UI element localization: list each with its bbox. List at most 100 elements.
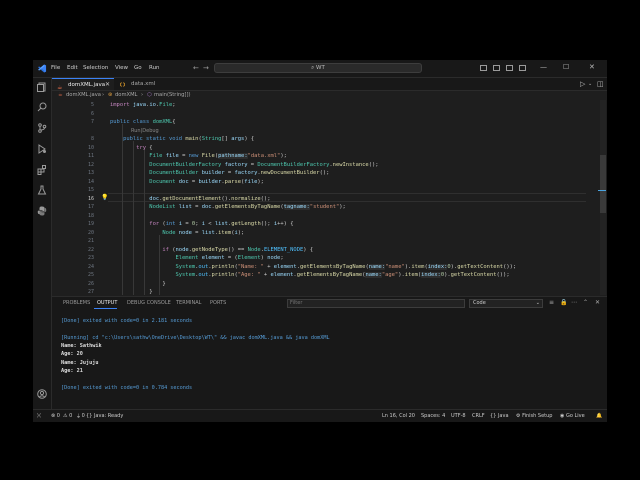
editor-tabs: ☕ domXML.java ✕ data.xml ▷ ⌄ ◫ ⋯ <box>52 78 607 91</box>
menu-view[interactable]: View <box>115 65 128 71</box>
xml-file-icon <box>120 82 125 87</box>
go-live-status[interactable]: ◉ Go Live <box>560 413 585 419</box>
maximize-panel-icon[interactable]: ⌃ <box>583 299 588 306</box>
java-status[interactable]: {} Java: Ready <box>86 413 123 419</box>
output-text: Name: Sathwik <box>61 343 102 349</box>
remote-icon[interactable]: ⟩⟨ <box>37 413 41 419</box>
output-channel-value: Code <box>473 300 486 306</box>
toggle-secondary-sidebar-icon[interactable] <box>506 65 513 71</box>
close-tab-icon[interactable]: ✕ <box>105 79 110 91</box>
class-icon: ⊛ <box>108 92 113 98</box>
tab-output[interactable]: OUTPUT <box>97 300 117 306</box>
code-line: 5 import java.io.File; <box>90 102 176 108</box>
encoding-status[interactable]: UTF-8 <box>451 413 466 419</box>
source-control-icon[interactable] <box>37 123 47 133</box>
menu-selection[interactable]: Selection <box>83 65 108 71</box>
code-line: 13 DocumentBuilder builder = factory.new… <box>87 170 330 176</box>
toggle-sidebar-icon[interactable] <box>480 65 487 71</box>
tab-debug-console[interactable]: DEBUG CONSOLE <box>127 300 171 306</box>
tab-ports[interactable]: PORTS <box>210 300 226 306</box>
breadcrumb-separator: › <box>102 92 105 98</box>
toggle-panel-icon[interactable] <box>493 65 500 71</box>
indentation-status[interactable]: Spaces: 4 <box>421 413 445 419</box>
panel-tabs: PROBLEMS OUTPUT DEBUG CONSOLE TERMINAL P… <box>52 297 607 309</box>
cursor-position-marker <box>598 190 606 191</box>
editor-scrollbar-thumb[interactable] <box>600 155 606 213</box>
output-filter-input[interactable]: Filter <box>287 299 465 308</box>
output-text: Age: 20 <box>61 351 83 357</box>
clear-output-icon[interactable]: ≡ <box>549 299 554 306</box>
output-text: Age: 21 <box>61 368 83 374</box>
code-line: 21 <box>87 238 94 244</box>
errors-status[interactable]: ⊗ 0 <box>51 413 60 419</box>
chevron-down-icon: ⌄ <box>535 300 540 306</box>
error-count: 0 <box>56 413 60 419</box>
lock-scroll-icon[interactable]: 🔒 <box>560 299 567 306</box>
status-bar: ⟩⟨ ⊗ 0 ⚠ 0 ⍊ 0 {} Java: Ready Ln 16, Col… <box>33 409 607 422</box>
run-debug-icon[interactable] <box>37 144 47 154</box>
explorer-icon[interactable] <box>37 82 47 92</box>
breadcrumb-method[interactable]: main(String[]) <box>154 91 191 100</box>
language-mode[interactable]: {} Java <box>490 413 509 419</box>
breadcrumb-separator: › <box>141 92 144 98</box>
more-actions-icon[interactable]: ⋯ <box>571 299 577 306</box>
finish-setup-status[interactable]: ⚙ Finish Setup <box>516 413 552 419</box>
vscode-window: File Edit Selection View Go Run ← → ⌕ WT… <box>33 60 607 422</box>
output-line: Age: 21 <box>61 367 83 376</box>
code-line: 25 System.out.println("Age: " + element.… <box>87 272 510 278</box>
finish-setup-text: Finish Setup <box>522 413 553 419</box>
code-line: 11 File file = new File(pathname:"data.x… <box>87 153 287 159</box>
close-panel-icon[interactable]: ✕ <box>595 299 600 306</box>
breadcrumb-file[interactable]: domXML.java <box>66 91 101 100</box>
forward-arrow-icon[interactable]: → <box>203 64 209 72</box>
command-center-search[interactable]: ⌕ WT <box>214 63 422 73</box>
code-line: 17 NodeList list = doc.getElementsByTagN… <box>87 204 346 210</box>
search-text: WT <box>316 65 325 71</box>
tab-domxml-java[interactable]: ☕ domXML.java ✕ <box>52 78 114 91</box>
output-channel-select[interactable]: Code ⌄ <box>469 299 543 308</box>
customize-layout-icon[interactable] <box>519 65 526 71</box>
account-icon[interactable] <box>37 389 47 399</box>
close-window-icon[interactable]: ✕ <box>589 63 595 71</box>
breadcrumb: ☕ domXML.java › ⊛ domXML › ⬡ main(String… <box>52 91 607 100</box>
go-live-text: Go Live <box>565 413 585 419</box>
menu-edit[interactable]: Edit <box>67 65 78 71</box>
cursor-position[interactable]: Ln 16, Col 20 <box>382 413 415 419</box>
java-file-icon: ☕ <box>58 92 63 98</box>
tab-data-xml[interactable]: data.xml <box>115 78 171 90</box>
title-bar: File Edit Selection View Go Run ← → ⌕ WT… <box>33 60 607 78</box>
split-editor-icon[interactable]: ◫ <box>597 80 604 88</box>
extensions-icon[interactable] <box>37 165 47 175</box>
menu-go[interactable]: Go <box>134 65 142 71</box>
menu-run[interactable]: Run <box>149 65 160 71</box>
code-line: 23 Element element = (Element) node; <box>87 255 284 261</box>
output-line: [Done] exited with code=0 in 2.181 secon… <box>61 318 193 324</box>
run-options-chevron-icon[interactable]: ⌄ <box>588 81 592 87</box>
search-icon[interactable] <box>37 102 47 112</box>
eol-status[interactable]: CRLF <box>472 413 485 419</box>
menu-file[interactable]: File <box>51 65 60 71</box>
run-file-icon[interactable]: ▷ <box>580 80 585 88</box>
code-line: 19 for (int i = 0; i < list.getLength();… <box>87 221 294 227</box>
breadcrumb-class[interactable]: domXML <box>115 91 137 100</box>
warnings-status[interactable]: ⚠ 0 <box>63 413 72 419</box>
maximize-icon[interactable]: ☐ <box>563 63 569 71</box>
activity-bar <box>33 78 52 418</box>
code-editor[interactable]: 💡 5 import java.io.File; 6 7 public class … <box>52 100 607 295</box>
java-status-text: Java: Ready <box>93 413 124 419</box>
code-line: 15 <box>87 187 94 193</box>
active-tab-indicator <box>94 308 117 309</box>
output-line: Age: 20 <box>61 350 83 359</box>
vscode-logo-icon <box>37 64 47 73</box>
method-icon: ⬡ <box>147 92 152 98</box>
python-icon[interactable] <box>37 206 47 216</box>
testing-flask-icon[interactable] <box>37 185 47 195</box>
tab-label: domXML.java <box>68 82 106 88</box>
output-text: Name: Jujuju <box>61 360 99 366</box>
tab-problems[interactable]: PROBLEMS <box>63 300 90 306</box>
tab-terminal[interactable]: TERMINAL <box>176 300 201 306</box>
notifications-bell-icon[interactable]: 🔔 <box>596 413 602 419</box>
ports-icon[interactable]: ⍊ 0 <box>77 413 85 419</box>
back-arrow-icon[interactable]: ← <box>193 64 199 72</box>
minimize-icon[interactable]: — <box>540 63 547 71</box>
